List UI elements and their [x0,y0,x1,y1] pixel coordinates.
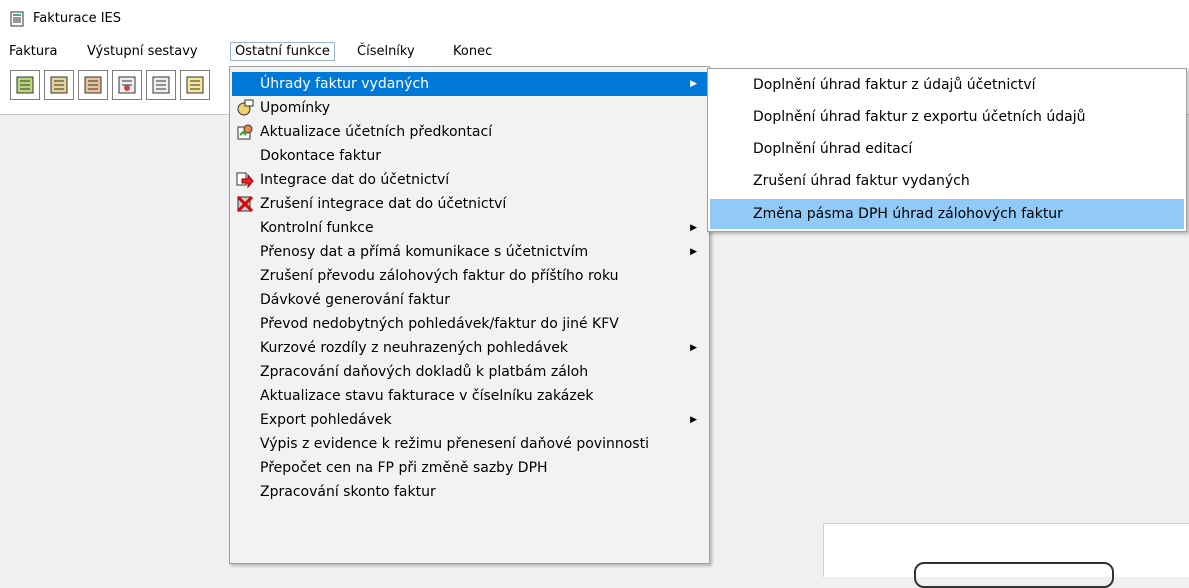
menu-item-davkove-generovani[interactable]: Dávkové generování faktur [232,288,707,312]
title-bar: Fakturace IES [0,0,1189,38]
toolbar-button-3[interactable] [78,70,108,100]
reminder-icon [237,99,254,116]
submenu-arrow-icon: ▶ [690,343,697,353]
submenu-arrow-icon: ▶ [690,223,697,233]
document-icon [118,76,136,94]
toolbar-button-6[interactable] [180,70,210,100]
menu-item-export-pohledavek[interactable]: Export pohledávek ▶ [232,408,707,432]
window-title: Fakturace IES [33,11,122,26]
submenu-arrow-icon: ▶ [690,247,697,257]
submenu-item-zruseni-uhrad[interactable]: Zrušení úhrad faktur vydaných [710,169,1184,193]
cancel-integration-icon [236,195,254,213]
logo-frame [914,562,1114,588]
menu-ostatni-funkce[interactable]: Ostatní funkce [230,42,335,61]
menu-item-zpracovani-skonto[interactable]: Zpracování skonto faktur [232,480,707,504]
submenu-item-doplneni-z-exportu[interactable]: Doplnění úhrad faktur z exportu účetních… [710,105,1184,129]
menu-item-prenosy-dat[interactable]: Přenosy dat a přímá komunikace s účetnic… [232,240,707,264]
menu-bar: Faktura Výstupní sestavy Ostatní funkce … [0,38,1189,66]
menu-vystupni-sestavy[interactable]: Výstupní sestavy [86,44,199,59]
menu-item-zruseni-prevodu[interactable]: Zrušení převodu zálohových faktur do pří… [232,264,707,288]
menu-item-dokontace-faktur[interactable]: Dokontace faktur [232,144,707,168]
document-icon [50,76,68,94]
menu-konec[interactable]: Konec [452,44,493,59]
document-icon [16,76,34,94]
submenu-item-doplneni-z-udaju[interactable]: Doplnění úhrad faktur z údajů účetnictví [710,73,1184,97]
menu-item-prevod-nedobytnych[interactable]: Převod nedobytných pohledávek/faktur do … [232,312,707,336]
submenu-arrow-icon: ▶ [690,415,697,425]
ostatni-funkce-menu: Úhrady faktur vydaných ▶ Upomínky Aktual… [229,66,710,564]
menu-faktura[interactable]: Faktura [8,44,58,59]
menu-item-kurzove-rozdily[interactable]: Kurzové rozdíly z neuhrazených pohledáve… [232,336,707,360]
uhrady-submenu: Doplnění úhrad faktur z údajů účetnictví… [707,68,1187,232]
menu-item-zruseni-integrace[interactable]: Zrušení integrace dat do účetnictví [232,192,707,216]
menu-item-integrace-dat[interactable]: Integrace dat do účetnictví [232,168,707,192]
toolbar-button-1[interactable] [10,70,40,100]
menu-item-zpracovani-danovych[interactable]: Zpracování daňových dokladů k platbám zá… [232,360,707,384]
menu-item-aktualizace-stavu[interactable]: Aktualizace stavu fakturace v číselníku … [232,384,707,408]
document-icon [152,76,170,94]
app-icon [10,11,24,27]
submenu-item-zmena-pasma-dph[interactable]: Změna pásma DPH úhrad zálohových faktur [710,199,1184,229]
toolbar-button-5[interactable] [146,70,176,100]
menu-item-kontrolni-funkce[interactable]: Kontrolní funkce ▶ [232,216,707,240]
document-icon [186,76,204,94]
menu-item-uhrady-faktur-vydanych[interactable]: Úhrady faktur vydaných ▶ [232,72,707,96]
integration-arrow-icon [236,172,254,189]
submenu-arrow-icon: ▶ [690,79,697,89]
update-icon [237,124,253,140]
menu-ciselniky[interactable]: Číselníky [356,44,416,59]
toolbar-button-4[interactable] [112,70,142,100]
menu-item-upominky[interactable]: Upomínky [232,96,707,120]
menu-item-vypis-z-evidence[interactable]: Výpis z evidence k režimu přenesení daňo… [232,432,707,456]
logo-panel [823,523,1189,588]
document-icon [84,76,102,94]
menu-item-prepocet-cen[interactable]: Přepočet cen na FP při změně sazby DPH [232,456,707,480]
menu-item-aktualizace-predkontaci[interactable]: Aktualizace účetních předkontací [232,120,707,144]
submenu-item-doplneni-editaci[interactable]: Doplnění úhrad editací [710,137,1184,161]
toolbar-button-2[interactable] [44,70,74,100]
